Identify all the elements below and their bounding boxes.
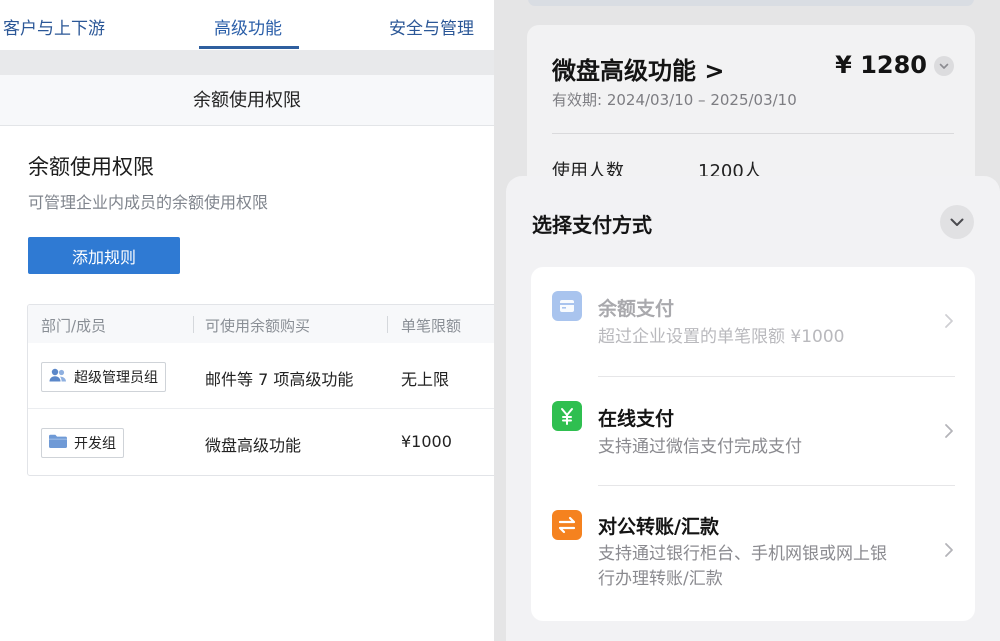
admin-console-panel: 客户与上下游 高级功能 安全与管理 余额使用权限 余额使用权限 可管理企业内成员…	[0, 0, 494, 641]
page-title: 余额使用权限	[28, 155, 154, 179]
payment-option-bank-transfer[interactable]: 对公转账/汇款 支持通过银行柜台、手机网银或网上银 行办理转账/汇款	[531, 486, 975, 621]
price-detail-toggle[interactable]	[934, 56, 954, 76]
option-description-line-2: 行办理转账/汇款	[598, 569, 723, 589]
section-header: 余额使用权限	[0, 75, 494, 126]
column-divider	[387, 316, 388, 333]
single-limit: 无上限	[401, 370, 450, 389]
active-tab-indicator	[199, 46, 299, 49]
chevron-right-icon	[942, 312, 956, 330]
member-name: 超级管理员组	[74, 370, 158, 386]
column-header-member: 部门/成员	[41, 317, 107, 335]
chevron-right-icon	[942, 422, 956, 440]
previous-card-edge	[528, 0, 974, 6]
table-row[interactable]: 超级管理员组 邮件等 7 项高级功能 无上限	[28, 343, 494, 409]
single-limit: ¥1000	[401, 432, 452, 451]
collapse-sheet-button[interactable]	[940, 205, 974, 239]
option-description: 超过企业设置的单笔限额 ¥1000	[598, 327, 845, 347]
tab-security[interactable]: 安全与管理	[389, 14, 474, 39]
member-chip[interactable]: 超级管理员组	[41, 362, 166, 392]
table-row[interactable]: 开发组 微盘高级功能 ¥1000	[28, 409, 494, 475]
screen: 客户与上下游 高级功能 安全与管理 余额使用权限 余额使用权限 可管理企业内成员…	[0, 0, 1000, 641]
option-name: 对公转账/汇款	[598, 516, 719, 538]
option-name: 余额支付	[598, 298, 675, 320]
section-spacer	[0, 50, 494, 75]
wallet-icon	[552, 291, 582, 321]
divider	[552, 133, 954, 134]
product-title: 微盘高级功能	[552, 57, 696, 85]
chevron-right-icon	[942, 541, 956, 559]
payment-options-list: 余额支付 超过企业设置的单笔限额 ¥1000 在线支付 支持通过微信支付完成支付	[531, 267, 975, 621]
column-header-limit: 单笔限额	[401, 317, 462, 335]
member-chip[interactable]: 开发组	[41, 428, 124, 458]
table-header: 部门/成员 可使用余额购买 单笔限额	[28, 305, 494, 343]
column-header-items: 可使用余额购买	[205, 317, 311, 335]
product-title-link[interactable]: 微盘高级功能 >	[552, 51, 724, 86]
product-price: ¥ 1280	[835, 51, 927, 79]
yuan-icon	[552, 401, 582, 431]
tab-bar: 客户与上下游 高级功能 安全与管理	[0, 0, 494, 50]
option-description: 支持通过微信支付完成支付	[598, 437, 802, 457]
sheet-title: 选择支付方式	[532, 213, 652, 237]
chevron-down-icon	[934, 61, 954, 80]
payment-method-sheet: 选择支付方式 余额支付 超过企业设置的单笔限额 ¥1000 在线支付 支持通过微…	[506, 176, 1000, 641]
allowed-items: 微盘高级功能	[205, 436, 302, 455]
option-description-line-1: 支持通过银行柜台、手机网银或网上银	[598, 544, 887, 564]
option-name: 在线支付	[598, 408, 675, 430]
validity-period: 有效期: 2024/03/10 – 2025/03/10	[552, 91, 797, 109]
tab-customers[interactable]: 客户与上下游	[3, 14, 105, 39]
transfer-icon	[552, 510, 582, 540]
payment-option-balance[interactable]: 余额支付 超过企业设置的单笔限额 ¥1000	[531, 267, 975, 377]
column-divider	[193, 316, 194, 333]
user-group-icon	[48, 367, 68, 387]
chevron-right-icon: >	[704, 57, 725, 85]
add-rule-button[interactable]: 添加规则	[28, 237, 180, 274]
member-name: 开发组	[74, 436, 116, 452]
payment-option-online[interactable]: 在线支付 支持通过微信支付完成支付	[531, 377, 975, 485]
page-subtitle: 可管理企业内成员的余额使用权限	[28, 193, 269, 212]
mobile-checkout-panel: 微盘高级功能 > ¥ 1280 有效期: 2024/03/10 – 2025/0…	[494, 0, 1000, 641]
rules-table: 部门/成员 可使用余额购买 单笔限额 超级管理员组 邮件等 7 项高级功能 无上…	[27, 304, 494, 476]
tab-advanced-features[interactable]: 高级功能	[214, 14, 282, 39]
allowed-items: 邮件等 7 项高级功能	[205, 370, 354, 389]
folder-icon	[48, 433, 68, 453]
